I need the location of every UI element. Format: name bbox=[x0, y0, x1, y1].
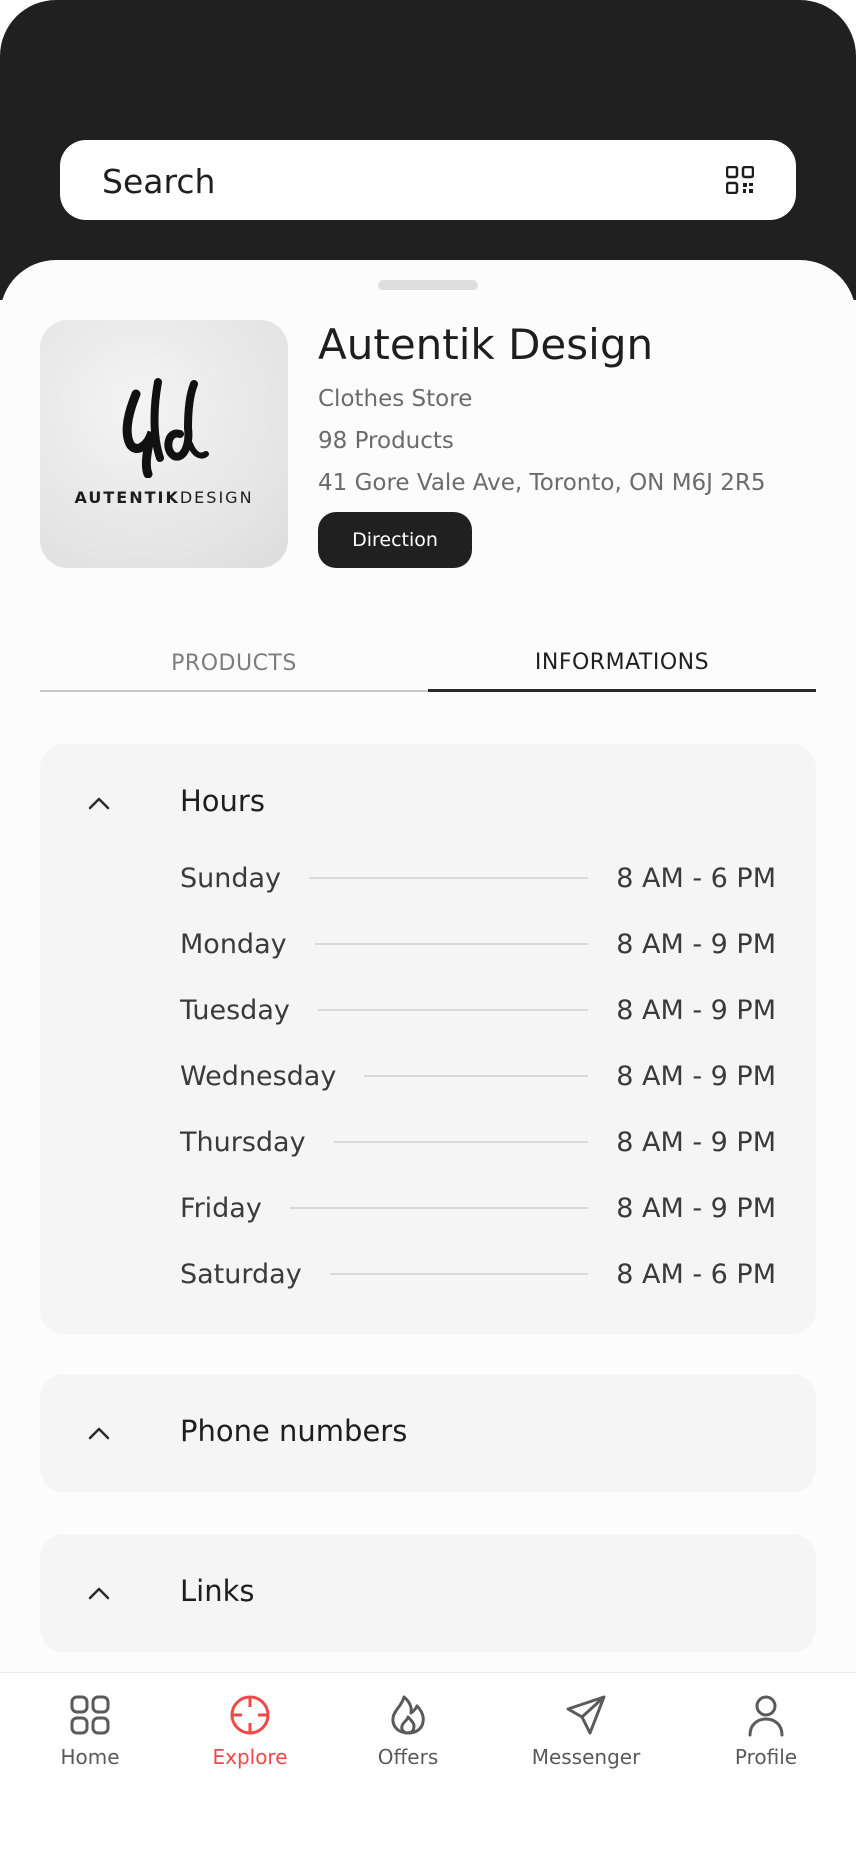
time-label: 8 AM - 9 PM bbox=[616, 1060, 776, 1092]
row-divider bbox=[314, 943, 589, 945]
top-bar bbox=[0, 0, 856, 300]
drag-handle[interactable] bbox=[378, 280, 478, 290]
nav-label: Home bbox=[60, 1745, 120, 1769]
tab-bar: PRODUCTS INFORMATIONS bbox=[40, 636, 816, 692]
chevron-up-icon[interactable] bbox=[88, 1586, 110, 1600]
hours-row: Friday 8 AM - 9 PM bbox=[180, 1188, 776, 1228]
store-name: Autentik Design bbox=[318, 320, 654, 369]
store-address: 41 Gore Vale Ave, Toronto, ON M6J 2R5 bbox=[318, 470, 766, 496]
nav-messenger[interactable]: Messenger bbox=[516, 1693, 656, 1803]
chevron-up-icon[interactable] bbox=[88, 796, 110, 810]
time-label: 8 AM - 9 PM bbox=[616, 1192, 776, 1224]
nav-explore[interactable]: Explore bbox=[180, 1693, 320, 1803]
row-divider bbox=[317, 1009, 589, 1011]
search-bar[interactable] bbox=[60, 140, 796, 222]
products-count: 98 Products bbox=[318, 428, 454, 454]
links-title: Links bbox=[180, 1574, 255, 1608]
row-divider bbox=[329, 1273, 589, 1275]
paper-plane-icon bbox=[566, 1695, 606, 1735]
hours-row: Wednesday 8 AM - 9 PM bbox=[180, 1056, 776, 1096]
day-label: Friday bbox=[180, 1192, 262, 1224]
row-divider bbox=[309, 877, 589, 879]
phone-numbers-section[interactable]: Phone numbers bbox=[40, 1374, 816, 1492]
hours-row: Tuesday 8 AM - 9 PM bbox=[180, 990, 776, 1030]
nav-home[interactable]: Home bbox=[20, 1693, 160, 1803]
time-label: 8 AM - 6 PM bbox=[616, 1258, 776, 1290]
nav-label: Messenger bbox=[531, 1745, 641, 1769]
direction-button[interactable]: Direction bbox=[318, 512, 472, 568]
store-category: Clothes Store bbox=[318, 386, 473, 412]
hours-row: Saturday 8 AM - 6 PM bbox=[180, 1254, 776, 1294]
user-icon bbox=[748, 1695, 784, 1737]
day-label: Wednesday bbox=[180, 1060, 337, 1092]
day-label: Sunday bbox=[180, 862, 282, 894]
day-label: Monday bbox=[180, 928, 287, 960]
nav-offers[interactable]: Offers bbox=[338, 1693, 478, 1803]
store-logo: AUTENTIKDESIGN bbox=[40, 320, 288, 568]
qr-code-icon[interactable] bbox=[726, 166, 754, 194]
phone-screen: AUTENTIKDESIGN Autentik Design Clothes S… bbox=[0, 0, 856, 1852]
home-grid-icon bbox=[70, 1695, 110, 1735]
nav-profile[interactable]: Profile bbox=[696, 1693, 836, 1803]
tab-products[interactable]: PRODUCTS bbox=[40, 636, 428, 692]
time-label: 8 AM - 9 PM bbox=[616, 928, 776, 960]
day-label: Saturday bbox=[180, 1258, 302, 1290]
bottom-nav: Home Explore Offers Messenger Profile bbox=[0, 1672, 856, 1852]
hours-title: Hours bbox=[180, 784, 265, 818]
time-label: 8 AM - 6 PM bbox=[616, 862, 776, 894]
flame-icon bbox=[391, 1695, 425, 1735]
logo-mark-icon bbox=[122, 378, 209, 478]
time-label: 8 AM - 9 PM bbox=[616, 994, 776, 1026]
row-divider bbox=[333, 1141, 589, 1143]
store-sheet: AUTENTIKDESIGN Autentik Design Clothes S… bbox=[0, 260, 856, 1852]
row-divider bbox=[364, 1075, 589, 1077]
row-divider bbox=[289, 1207, 589, 1209]
day-label: Tuesday bbox=[180, 994, 290, 1026]
links-section[interactable]: Links bbox=[40, 1534, 816, 1652]
tab-informations[interactable]: INFORMATIONS bbox=[428, 636, 816, 692]
time-label: 8 AM - 9 PM bbox=[616, 1126, 776, 1158]
nav-label: Explore bbox=[212, 1745, 288, 1769]
nav-label: Profile bbox=[734, 1745, 798, 1769]
hours-row: Sunday 8 AM - 6 PM bbox=[180, 858, 776, 898]
search-input[interactable] bbox=[100, 140, 704, 222]
hours-row: Monday 8 AM - 9 PM bbox=[180, 924, 776, 964]
hours-section: Hours Sunday 8 AM - 6 PM Monday 8 AM - 9… bbox=[40, 744, 816, 1334]
hours-row: Thursday 8 AM - 9 PM bbox=[180, 1122, 776, 1162]
crosshair-icon bbox=[230, 1695, 270, 1735]
logo-wordmark: AUTENTIKDESIGN bbox=[74, 488, 254, 507]
nav-label: Offers bbox=[377, 1745, 439, 1769]
chevron-up-icon[interactable] bbox=[88, 1426, 110, 1440]
phone-numbers-title: Phone numbers bbox=[180, 1414, 408, 1448]
day-label: Thursday bbox=[180, 1126, 306, 1158]
